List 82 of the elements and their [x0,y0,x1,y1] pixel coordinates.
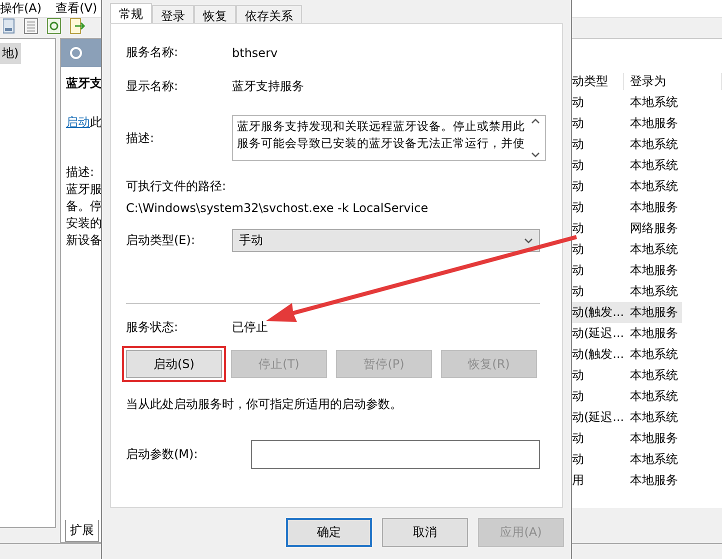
logon-cell-text: 本地服务 [629,472,679,489]
dialog-tab[interactable]: 恢复 [194,5,236,23]
service-title: 蓝牙支 [66,75,103,92]
logon-cell-text: 本地系统 [629,136,679,153]
status-label: 服务状态: [126,319,180,336]
description-line: 新设备 [66,232,103,249]
startup-cell-text: 动(延迟... [571,409,624,426]
scroll-up-icon[interactable] [530,118,540,124]
startup-cell-text: 动 [571,388,585,405]
startup-cell-text: 动 [571,199,585,216]
logon-cell-text: 网络服务 [629,220,679,237]
dialog-button[interactable]: 取消 [382,518,468,547]
startup-cell-text: 动 [571,157,585,174]
dialog-tab[interactable]: 常规 [110,3,152,23]
startup-cell-text: 动 [571,262,585,279]
tree-item[interactable]: 地) [0,43,21,64]
menu-item[interactable]: 操作(A) [0,0,42,17]
field-label: 显示名称: [126,78,180,95]
link-suffix: 此 [90,115,102,129]
logon-cell-text: 本地服务 [629,430,679,447]
startup-cell-text: 动 [571,451,585,468]
description-line: 蓝牙服 [66,181,103,198]
start-link[interactable]: 启动 [66,115,90,129]
startup-type-dropdown[interactable]: 手动 [232,229,540,252]
startup-cell-text: 动 [571,94,585,111]
start-params-label: 启动参数(M): [126,446,199,463]
description-label: 描述: [126,130,156,146]
toolbar-window-icon[interactable] [3,18,15,34]
refresh-icon[interactable] [47,18,61,34]
description-label: 描述: [66,164,96,181]
start-params-field[interactable] [251,440,540,469]
logon-cell-text: 本地系统 [629,94,679,111]
startup-cell-text: 动(延迟... [571,325,624,342]
field-value: 蓝牙支持服务 [232,78,304,95]
hint-text: 当从此处启动服务时，你可指定所适用的启动参数。 [126,396,403,413]
logon-cell-text: 本地系统 [629,388,679,405]
startup-cell-text: 动 [571,241,585,258]
status-value: 已停止 [232,319,268,336]
startup-cell-text: 动 [571,115,585,132]
startup-cell-text: 动 [571,283,585,300]
logon-cell-text: 本地系统 [629,178,679,195]
column-header[interactable]: 登录为 [624,72,722,90]
logon-cell-text: 本地服务 [629,304,679,321]
path-value: C:\Windows\system32\svchost.exe -k LocalService [126,201,430,215]
view-tab[interactable]: 扩展 [65,520,99,542]
logon-cell-text: 本地服务 [629,262,679,279]
description-box[interactable]: 蓝牙服务支持发现和关联远程蓝牙设备。停止或禁用此 服务可能会导致已安装的蓝牙设备无法正常运行，并使 [232,115,546,161]
dropdown-chevron-icon[interactable] [524,238,533,244]
logon-cell-text: 本地服务 [629,115,679,132]
startup-cell-text: 动 [571,178,585,195]
description-line: 服务可能会导致已安装的蓝牙设备无法正常运行，并使 [237,135,525,152]
scroll-down-icon[interactable] [530,152,540,158]
logon-cell-text: 本地服务 [629,199,679,216]
startup-cell-text: 动(触发... [571,346,624,363]
dialog-tab[interactable]: 登录 [152,5,194,23]
logon-cell-text: 本地系统 [629,451,679,468]
startup-cell-text: 动 [571,430,585,447]
toolbar-list-icon[interactable] [24,18,38,34]
logon-cell-text: 本地服务 [629,325,679,342]
description-line: 安装的 [66,215,103,232]
description-line: 蓝牙服务支持发现和关联远程蓝牙设备。停止或禁用此 [237,118,525,135]
dialog-tab[interactable]: 依存关系 [236,5,302,23]
description-line: 备。停 [66,198,103,215]
logon-cell-text: 本地系统 [629,157,679,174]
startup-cell-text: 动 [571,220,585,237]
menu-item[interactable]: 查看(V) [56,0,98,17]
logon-cell-text: 本地系统 [629,241,679,258]
logon-cell-text: 本地系统 [629,367,679,384]
path-label: 可执行文件的路径: [126,178,228,195]
logon-cell-text: 本地系统 [629,346,679,363]
startup-cell-text: 动(触发... [571,304,624,321]
logon-cell-text: 本地系统 [629,409,679,426]
startup-cell-text: 动 [571,367,585,384]
startup-type-label: 启动类型(E): [126,232,196,249]
field-value: bthserv [232,46,278,60]
service-button[interactable]: 启动(S) [126,350,222,378]
export-icon[interactable] [70,18,86,34]
field-label: 服务名称: [126,44,180,61]
startup-cell-text: 用 [571,472,585,489]
logon-cell-text: 本地系统 [629,283,679,300]
dialog-button[interactable]: 确定 [286,518,372,547]
startup-cell-text: 动 [571,136,585,153]
